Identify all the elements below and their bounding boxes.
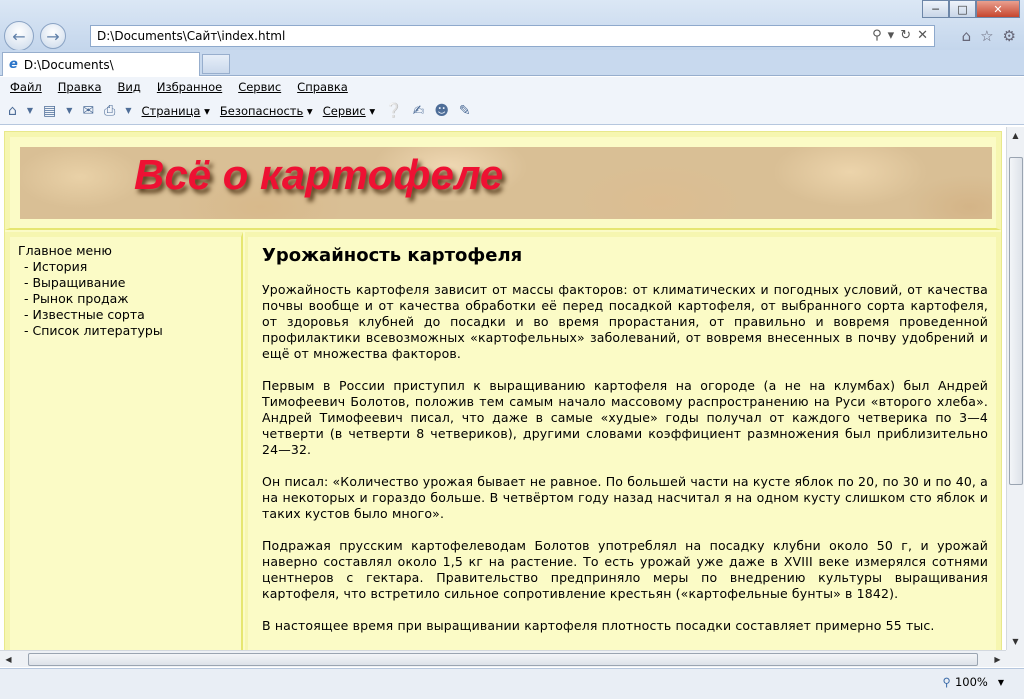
research-icon[interactable]: ✍ — [413, 103, 425, 119]
zoom-icon: ⚲ — [942, 675, 951, 689]
sidebar-item-market[interactable]: - Рынок продаж — [18, 291, 233, 307]
content-paragraph: Первым в России приступил к выращиванию … — [262, 378, 988, 457]
sidebar-item-literature[interactable]: - Список литературы — [18, 323, 233, 339]
page-menu[interactable]: Страница ▾ — [142, 104, 210, 118]
content-heading: Урожайность картофеля — [262, 245, 523, 266]
content-paragraph: Он писал: «Количество урожая бывает не р… — [262, 474, 988, 521]
stop-icon[interactable]: ✕ — [917, 28, 928, 43]
browser-titlebar: ← → D:\Documents\Сайт\index.html ⚲ ▾ ↻ ✕… — [0, 0, 1024, 51]
security-menu[interactable]: Безопасность ▾ — [220, 104, 313, 118]
new-tab-button[interactable] — [202, 54, 230, 74]
scroll-left-icon[interactable]: ◀ — [0, 651, 17, 668]
maximize-icon: □ — [957, 2, 968, 16]
page: Всё о картофеле Главное меню - История -… — [4, 131, 1002, 650]
rss-icon[interactable]: ▤ — [43, 103, 56, 119]
maximize-button[interactable]: □ — [949, 0, 976, 18]
zoom-control[interactable]: ⚲ 100% ▼ — [943, 675, 1004, 689]
address-tools: ⚲ ▾ ↻ ✕ — [872, 28, 928, 43]
clipboard-icon[interactable]: ✎ — [459, 103, 471, 119]
sidebar-item-growing[interactable]: - Выращивание — [18, 275, 233, 291]
menu-bar: Файл Правка Вид Избранное Сервис Справка — [0, 77, 1024, 97]
sidebar: Главное меню - История - Выращивание - Р… — [5, 232, 243, 650]
sidebar-heading: Главное меню — [18, 243, 112, 258]
star-icon[interactable]: ☆ — [980, 27, 993, 45]
menu-favorites[interactable]: Избранное — [157, 80, 222, 94]
address-text[interactable]: D:\Documents\Сайт\index.html — [97, 29, 285, 43]
vertical-scroll-thumb[interactable] — [1009, 157, 1023, 485]
page-viewport: Всё о картофеле Главное меню - История -… — [0, 127, 1006, 650]
scroll-right-icon[interactable]: ▶ — [989, 651, 1006, 668]
banner-image: Всё о картофеле — [20, 147, 992, 219]
print-icon[interactable]: ⎙ — [104, 103, 115, 119]
help-icon[interactable]: ❔ — [385, 103, 402, 119]
scroll-down-icon[interactable]: ▼ — [1007, 633, 1024, 650]
chevron-down-icon[interactable]: ▼ — [66, 106, 72, 115]
close-icon: ✕ — [993, 2, 1003, 16]
arrow-right-icon: → — [46, 26, 60, 46]
menu-help[interactable]: Справка — [297, 80, 348, 94]
tab-title: D:\Documents\ — [23, 57, 114, 72]
forward-button[interactable]: → — [40, 23, 66, 49]
horizontal-scroll-thumb[interactable] — [28, 653, 978, 666]
sidebar-item-varieties[interactable]: - Известные сорта — [18, 307, 233, 323]
gear-icon[interactable]: ⚙ — [1003, 27, 1016, 45]
chevron-down-icon[interactable]: ▼ — [998, 678, 1004, 687]
menu-tools[interactable]: Сервис — [238, 80, 281, 94]
content-paragraph: Подражая прусским картофелеводам Болотов… — [262, 538, 988, 601]
horizontal-scrollbar[interactable]: ◀ ▶ — [0, 650, 1006, 667]
address-bar[interactable]: D:\Documents\Сайт\index.html ⚲ ▾ ↻ ✕ — [90, 25, 935, 47]
back-button[interactable]: ← — [4, 21, 34, 51]
chevron-down-icon[interactable]: ▼ — [125, 106, 131, 115]
tools-menu[interactable]: Сервис ▾ — [323, 104, 375, 118]
tab-strip: e D:\Documents\ — [0, 50, 1024, 76]
header-frame: Всё о картофеле — [5, 132, 1001, 230]
page-menu-label: Страница — [141, 103, 201, 118]
tab-active[interactable]: e D:\Documents\ — [2, 52, 200, 76]
refresh-icon[interactable]: ↻ — [900, 28, 911, 43]
home-icon[interactable]: ⌂ — [962, 27, 972, 45]
messenger-icon[interactable]: ☻ — [434, 103, 449, 119]
scroll-up-icon[interactable]: ▲ — [1007, 127, 1024, 144]
security-menu-label: Безопасность — [219, 103, 304, 118]
close-button[interactable]: ✕ — [976, 0, 1020, 18]
main-content: Урожайность картофеля Урожайность картоф… — [245, 232, 1001, 650]
vertical-scrollbar[interactable]: ▲ ▼ — [1006, 127, 1024, 650]
content-paragraph: В настоящее время при выращивании картоф… — [262, 618, 935, 633]
menu-edit[interactable]: Правка — [58, 80, 102, 94]
ie-icon: e — [9, 57, 18, 72]
chevron-down-icon[interactable]: ▾ — [888, 28, 895, 43]
status-bar: ⚲ 100% ▼ — [0, 668, 1024, 699]
window-controls: ─ □ ✕ — [922, 0, 1020, 18]
chevron-down-icon[interactable]: ▼ — [27, 106, 33, 115]
minimize-icon: ─ — [932, 2, 939, 16]
content-paragraph: Урожайность картофеля зависит от массы ф… — [262, 282, 988, 361]
menu-file[interactable]: Файл — [10, 80, 42, 94]
command-bar: ⌂ ▼ ▤ ▼ ✉ ⎙ ▼ Страница ▾ Безопасность ▾ … — [0, 97, 1024, 125]
sidebar-item-history[interactable]: - История — [18, 259, 233, 275]
scrollbar-corner — [1006, 650, 1024, 667]
home-icon[interactable]: ⌂ — [8, 103, 17, 119]
arrow-left-icon: ← — [12, 26, 26, 46]
zoom-level: 100% — [954, 675, 988, 689]
mail-icon[interactable]: ✉ — [82, 103, 94, 119]
tools-menu-label: Сервис — [322, 103, 366, 118]
site-title: Всё о картофеле — [134, 151, 504, 198]
minimize-button[interactable]: ─ — [922, 0, 949, 18]
menu-view[interactable]: Вид — [118, 80, 141, 94]
search-icon[interactable]: ⚲ — [872, 28, 882, 43]
browser-right-icons: ⌂ ☆ ⚙ — [962, 27, 1016, 45]
